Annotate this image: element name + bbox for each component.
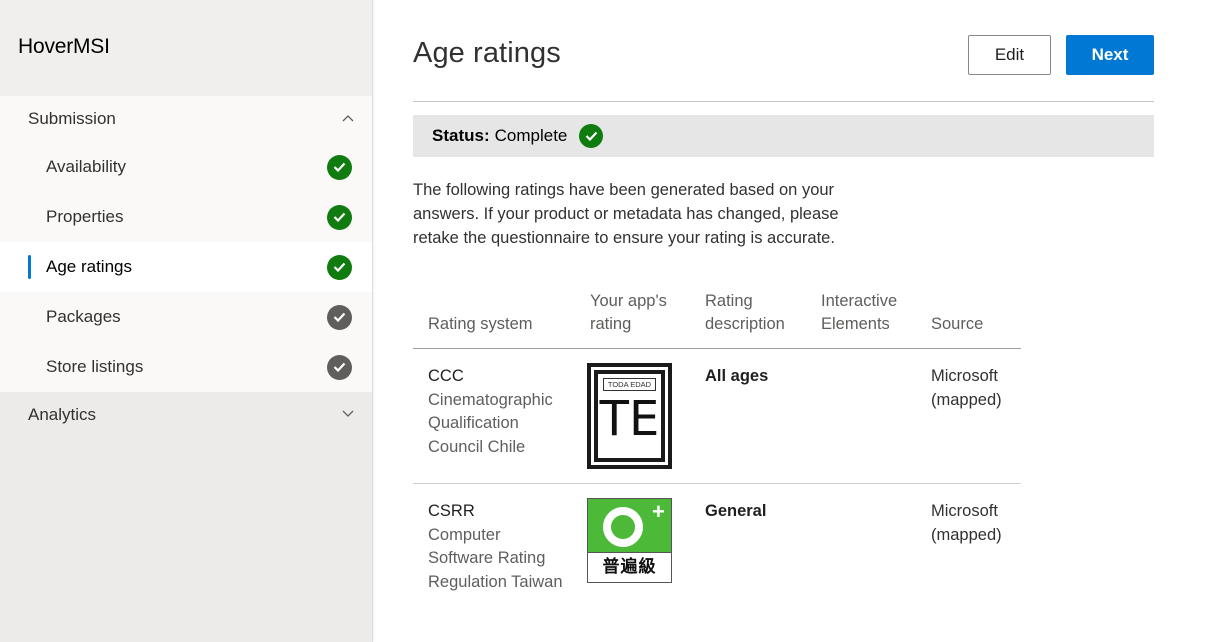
ratings-table: Rating system Your app's rating Rating d…: [413, 290, 1021, 608]
sidebar-item-availability[interactable]: Availability: [0, 142, 372, 192]
rating-description-cell: General: [690, 484, 806, 609]
table-row: CCC Cinematographic Qualification Counci…: [413, 348, 1021, 484]
rating-logo-plus: +: [652, 499, 665, 524]
table-row: CSRR Computer Software Rating Regulation…: [413, 484, 1021, 609]
rating-source: Microsoft (mapped): [931, 367, 1002, 409]
sidebar-item-store-listings[interactable]: Store listings: [0, 342, 372, 392]
sidebar-item-label: Properties: [46, 207, 124, 226]
chevron-down-icon[interactable]: [342, 410, 354, 420]
table-header-row: Rating system Your app's rating Rating d…: [413, 290, 1021, 349]
header-source: Source: [916, 290, 1021, 349]
divider: [413, 101, 1154, 102]
rating-system-cell: CCC Cinematographic Qualification Counci…: [413, 348, 575, 484]
section-label: Submission: [28, 109, 116, 128]
section-label: Analytics: [28, 405, 97, 424]
sidebar-item-packages[interactable]: Packages: [0, 292, 372, 342]
check-circle-icon: [327, 304, 352, 330]
section-analytics[interactable]: Analytics: [0, 392, 372, 438]
app-title: HoverMSI: [18, 35, 110, 58]
page-title: Age ratings: [413, 37, 561, 69]
rating-logo-top-text: TODA EDAD: [603, 378, 656, 391]
app-header: HoverMSI: [0, 0, 372, 96]
check-circle-icon: [327, 254, 352, 280]
check-circle-icon: [327, 154, 352, 180]
sidebar-item-age-ratings[interactable]: Age ratings: [0, 242, 372, 292]
check-circle-icon: [327, 204, 352, 230]
header-app-rating: Your app's rating: [575, 290, 690, 349]
sidebar-item-label: Packages: [46, 307, 121, 326]
header-rating-description: Rating description: [690, 290, 806, 349]
rating-system-abbr: CSRR: [428, 502, 475, 520]
csrr-general-rating-logo: + 普遍級: [587, 498, 672, 583]
source-cell: Microsoft (mapped): [916, 484, 1021, 609]
interactive-elements-cell: [806, 348, 916, 484]
status-label: Status:: [432, 126, 490, 145]
ccc-te-rating-logo: TODA EDAD TE: [587, 363, 672, 469]
rating-system-name: Computer Software Rating Regulation Taiw…: [428, 525, 563, 591]
status-bar: Status: Complete: [413, 115, 1154, 157]
rating-source: Microsoft (mapped): [931, 502, 1002, 544]
rating-description-cell: All ages: [690, 348, 806, 484]
next-button[interactable]: Next: [1066, 35, 1154, 75]
rating-description: General: [705, 502, 767, 520]
rating-logo-label: 普遍級: [588, 552, 671, 582]
app-rating-cell: TODA EDAD TE: [575, 348, 690, 484]
interactive-elements-cell: [806, 484, 916, 609]
circle-icon: [603, 507, 643, 547]
submission-section: Submission Availability Properties Age r…: [0, 96, 372, 392]
sidebar-item-label: Availability: [46, 157, 127, 176]
check-circle-icon: [579, 124, 604, 148]
app-rating-cell: + 普遍級: [575, 484, 690, 609]
rating-system-name: Cinematographic Qualification Council Ch…: [428, 390, 553, 456]
header-interactive-elements: Interactive Elements: [806, 290, 916, 349]
rating-logo-main-text: TE: [599, 391, 660, 447]
section-submission[interactable]: Submission: [0, 96, 372, 142]
sidebar-item-label: Age ratings: [46, 257, 132, 276]
header-rating-system: Rating system: [413, 290, 575, 349]
rating-description: All ages: [705, 367, 769, 385]
source-cell: Microsoft (mapped): [916, 348, 1021, 484]
check-circle-icon: [327, 354, 352, 380]
sidebar-item-properties[interactable]: Properties: [0, 192, 372, 242]
rating-system-abbr: CCC: [428, 367, 464, 385]
sidebar: HoverMSI Submission Availability Propert…: [0, 0, 373, 642]
chevron-up-icon[interactable]: [342, 114, 354, 124]
ratings-description: The following ratings have been generate…: [413, 181, 839, 247]
rating-system-cell: CSRR Computer Software Rating Regulation…: [413, 484, 575, 609]
status-value: Complete: [494, 126, 568, 145]
sidebar-item-label: Store listings: [46, 357, 144, 376]
edit-button[interactable]: Edit: [968, 35, 1051, 75]
